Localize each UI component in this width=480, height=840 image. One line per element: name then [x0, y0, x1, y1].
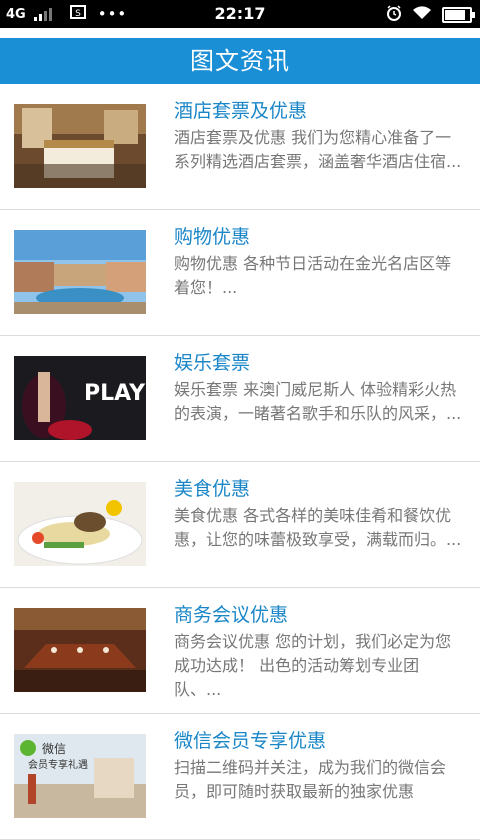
list-item-wechat[interactable]: 微信 会员专享礼遇 微信会员专享优惠 扫描二维码并关注，成为我们的微信会员，即可… [0, 714, 480, 840]
item-title: 购物优惠 [174, 226, 251, 248]
list-item-shopping[interactable]: 购物优惠 购物优惠 各种节日活动在金光名店区等着您！... [0, 210, 480, 336]
page-title: 图文资讯 [0, 38, 480, 84]
news-list: 酒店套票及优惠 酒店套票及优惠 我们为您精心准备了一系列精选酒店套票，涵盖奢华酒… [0, 84, 480, 840]
canal-shopping-image [14, 230, 146, 314]
hotel-room-image [14, 104, 146, 188]
battery-icon [442, 7, 475, 23]
item-title: 微信会员专享优惠 [174, 730, 327, 752]
meeting-room-image [14, 608, 146, 692]
item-title: 美食优惠 [174, 478, 251, 500]
item-description: 扫描二维码并关注，成为我们的微信会员，即可随时获取最新的独家优惠 [174, 758, 447, 801]
item-description: 娱乐套票 来澳门威尼斯人 体验精彩火热的表演，一睹著名歌手和乐队的风采，... [174, 380, 462, 423]
item-description: 美食优惠 各式各样的美味佳肴和餐饮优惠，让您的味蕾极致享受，满载而归。... [174, 506, 462, 549]
wifi-icon [412, 6, 432, 24]
entertainment-show-image: PLAY [14, 356, 146, 440]
item-description: 购物优惠 各种节日活动在金光名店区等着您！... [174, 254, 452, 297]
item-description: 商务会议优惠 您的计划，我们必定为您成功达成！ 出色的活动筹划专业团队、... [174, 632, 452, 699]
dining-dish-image [14, 482, 146, 566]
item-description: 酒店套票及优惠 我们为您精心准备了一系列精选酒店套票，涵盖奢华酒店住宿... [174, 128, 462, 171]
list-item-entertainment[interactable]: PLAY 娱乐套票 娱乐套票 来澳门威尼斯人 体验精彩火热的表演，一睹著名歌手和… [0, 336, 480, 462]
alarm-icon [386, 5, 402, 25]
wechat-promo-image: 微信 会员专享礼遇 [14, 734, 146, 818]
wechat-logo-text: 微信 [42, 742, 66, 756]
list-item-business[interactable]: 商务会议优惠 商务会议优惠 您的计划，我们必定为您成功达成！ 出色的活动筹划专业… [0, 588, 480, 714]
status-bar: 4G S ••• 22:17 [0, 0, 480, 28]
wechat-sub-text: 会员专享礼遇 [28, 758, 88, 771]
item-title: 酒店套票及优惠 [174, 100, 308, 122]
list-item-hotel[interactable]: 酒店套票及优惠 酒店套票及优惠 我们为您精心准备了一系列精选酒店套票，涵盖奢华酒… [0, 84, 480, 210]
list-item-dining[interactable]: 美食优惠 美食优惠 各式各样的美味佳肴和餐饮优惠，让您的味蕾极致享受，满载而归。… [0, 462, 480, 588]
item-title: 娱乐套票 [174, 352, 251, 374]
play-logo-text: PLAY [84, 381, 146, 406]
item-title: 商务会议优惠 [174, 604, 289, 626]
